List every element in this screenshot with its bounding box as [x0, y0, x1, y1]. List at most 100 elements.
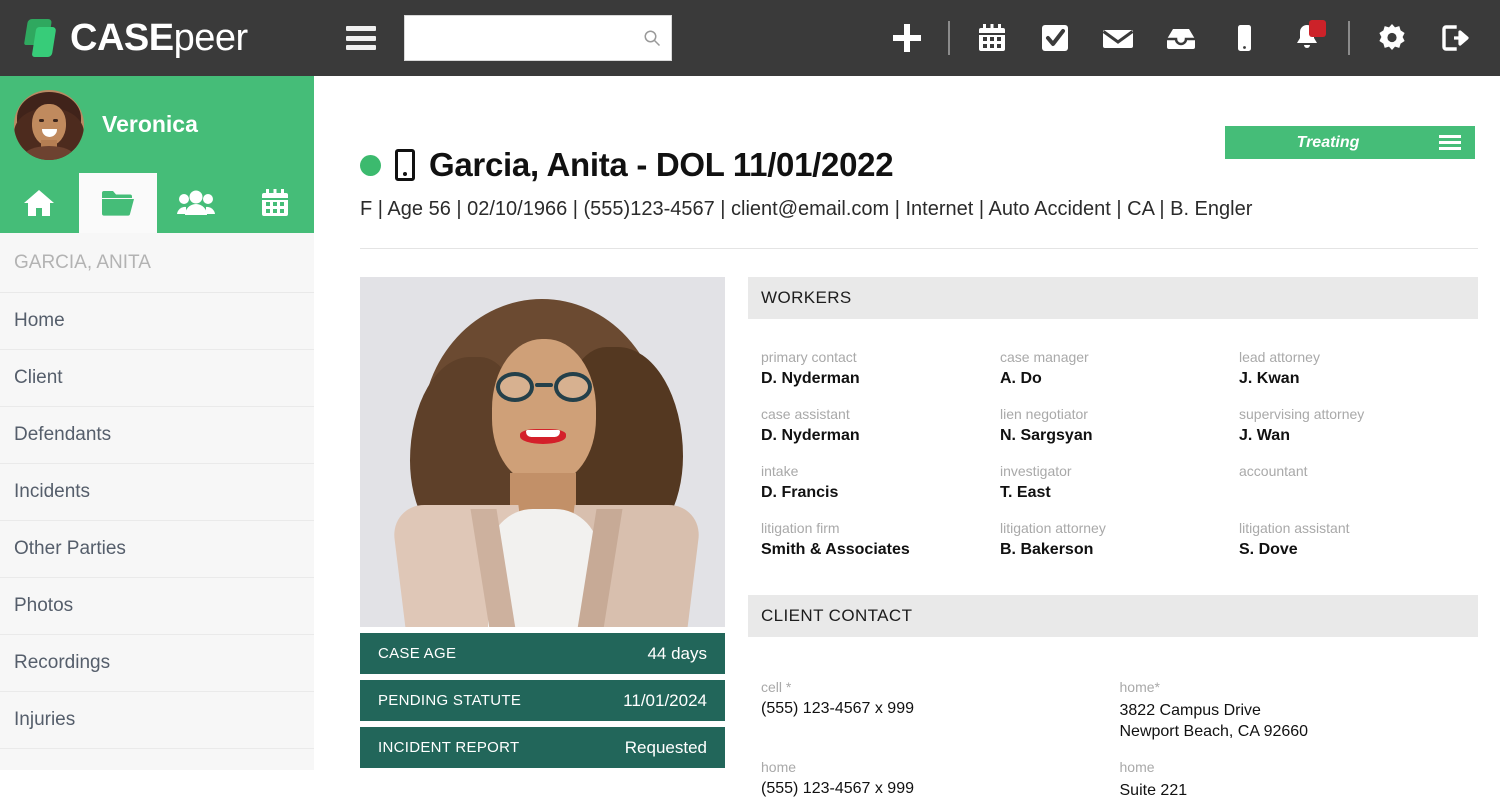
sidebar-item-injuries[interactable]: Injuries: [0, 692, 314, 749]
sidebar-user[interactable]: Veronica: [0, 76, 314, 173]
client-contact-panel-heading: CLIENT CONTACT: [748, 595, 1478, 637]
sidebar-item-incidents[interactable]: Incidents: [0, 464, 314, 521]
sidebar-item-photos[interactable]: Photos: [0, 578, 314, 635]
field-value: S. Dove: [1239, 541, 1478, 560]
sidebar-user-name: Veronica: [102, 111, 198, 138]
field-value: (555) 123-4567 x 999: [761, 780, 1120, 799]
status-badge[interactable]: Treating: [1225, 126, 1475, 159]
contact-field-home-phone: home (555) 123-4567 x 999: [761, 759, 1120, 801]
worker-field-litigation-attorney: litigation attorney B. Bakerson: [1000, 520, 1239, 560]
info-bar-value: 11/01/2024: [623, 691, 707, 711]
sidebar-item-client[interactable]: Client: [0, 350, 314, 407]
photo-column: CASE AGE 44 days PENDING STATUTE 11/01/2…: [360, 277, 725, 768]
brand-logo-area[interactable]: CASEpeer: [0, 0, 314, 76]
field-label: litigation firm: [761, 520, 1000, 536]
sidebar-tabs: [0, 173, 314, 233]
field-value: A. Do: [1000, 370, 1239, 389]
home-icon: [22, 187, 56, 219]
field-label: litigation assistant: [1239, 520, 1478, 536]
status-badge-label: Treating: [1225, 134, 1431, 152]
page-title-row: Garcia, Anita - DOL 11/01/2022: [360, 146, 893, 184]
sidebar-tab-contacts[interactable]: [157, 173, 236, 233]
info-bar-incident-report[interactable]: INCIDENT REPORT Requested: [360, 727, 725, 768]
sidebar-user-panel: Veronica: [0, 76, 314, 233]
field-label: cell *: [761, 679, 1120, 695]
page-subtitle: F | Age 56 | 02/10/1966 | (555)123-4567 …: [360, 198, 1252, 221]
info-bar-value: 44 days: [647, 644, 707, 664]
avatar: [14, 90, 84, 160]
field-value: J. Kwan: [1239, 370, 1478, 389]
address-line-2: Newport Beach, CA 92660: [1120, 721, 1479, 742]
hamburger-icon-line: [346, 36, 376, 41]
field-value: (555) 123-4567 x 999: [761, 700, 1120, 719]
sidebar-menu: Home Client Defendants Incidents Other P…: [0, 293, 314, 749]
worker-field-accountant: accountant: [1239, 463, 1478, 503]
worker-field-litigation-firm: litigation firm Smith & Associates: [761, 520, 1000, 560]
field-value: D. Nyderman: [761, 370, 1000, 389]
field-value: D. Nyderman: [761, 427, 1000, 446]
notifications-icon[interactable]: [1275, 0, 1338, 76]
worker-field-supervising-attorney: supervising attorney J. Wan: [1239, 406, 1478, 446]
field-value: Suite 221: [1120, 780, 1479, 801]
mobile-icon: [395, 149, 415, 181]
status-menu-icon[interactable]: [1431, 135, 1475, 150]
page-title: Garcia, Anita - DOL 11/01/2022: [429, 146, 893, 184]
main-menu-toggle[interactable]: [346, 26, 376, 50]
sidebar-item-home[interactable]: Home: [0, 293, 314, 350]
worker-field-lead-attorney: lead attorney J. Kwan: [1239, 349, 1478, 389]
info-bar-key: INCIDENT REPORT: [378, 739, 519, 756]
contact-field-home-address-2: home Suite 221: [1120, 759, 1479, 801]
sidebar-tab-home[interactable]: [0, 173, 79, 233]
field-label: investigator: [1000, 463, 1239, 479]
global-search[interactable]: [404, 15, 672, 61]
info-bar-case-age[interactable]: CASE AGE 44 days: [360, 633, 725, 674]
search-input[interactable]: [415, 18, 643, 58]
add-icon[interactable]: [875, 0, 938, 76]
calendar-icon[interactable]: [960, 0, 1023, 76]
status-dot-icon: [360, 155, 381, 176]
field-label: lead attorney: [1239, 349, 1478, 365]
settings-icon[interactable]: [1360, 0, 1423, 76]
brand-name: CASEpeer: [70, 17, 248, 60]
calendar-icon: [259, 187, 291, 219]
mobile-icon[interactable]: [1212, 0, 1275, 76]
icon-divider: [1338, 0, 1360, 76]
field-label: case manager: [1000, 349, 1239, 365]
panel-column: WORKERS primary contact D. Nyderman case…: [748, 277, 1478, 801]
worker-field-lien-negotiator: lien negotiator N. Sargsyan: [1000, 406, 1239, 446]
worker-field-litigation-assistant: litigation assistant S. Dove: [1239, 520, 1478, 560]
client-photo: [360, 277, 725, 627]
title-divider: [360, 248, 1478, 249]
sidebar-item-other-parties[interactable]: Other Parties: [0, 521, 314, 578]
worker-field-case-manager: case manager A. Do: [1000, 349, 1239, 389]
sidebar-tab-calendar[interactable]: [236, 173, 315, 233]
field-label: home*: [1120, 679, 1479, 695]
field-value: 3822 Campus Drive Newport Beach, CA 9266…: [1120, 700, 1479, 742]
field-value: T. East: [1000, 484, 1239, 503]
info-bar-pending-statute[interactable]: PENDING STATUTE 11/01/2024: [360, 680, 725, 721]
casepeer-logo-icon: [24, 17, 62, 59]
worker-field-investigator: investigator T. East: [1000, 463, 1239, 503]
tasks-icon[interactable]: [1023, 0, 1086, 76]
brand-name-bold: CASE: [70, 17, 174, 59]
search-icon[interactable]: [643, 29, 661, 47]
workers-grid: primary contact D. Nyderman case manager…: [748, 319, 1478, 560]
logout-icon[interactable]: [1423, 0, 1486, 76]
email-icon[interactable]: [1086, 0, 1149, 76]
field-label: primary contact: [761, 349, 1000, 365]
field-value: Smith & Associates: [761, 541, 1000, 560]
field-label: litigation attorney: [1000, 520, 1239, 536]
sidebar-item-recordings[interactable]: Recordings: [0, 635, 314, 692]
field-label: lien negotiator: [1000, 406, 1239, 422]
notification-badge: [1309, 20, 1326, 37]
inbox-icon[interactable]: [1149, 0, 1212, 76]
field-label: case assistant: [761, 406, 1000, 422]
users-icon: [177, 188, 215, 218]
field-value: D. Francis: [761, 484, 1000, 503]
sidebar-tab-cases[interactable]: [79, 173, 158, 233]
hamburger-icon-line: [346, 26, 376, 31]
field-label: home: [1120, 759, 1479, 775]
field-label: home: [761, 759, 1120, 775]
sidebar-item-defendants[interactable]: Defendants: [0, 407, 314, 464]
contact-field-home-address: home* 3822 Campus Drive Newport Beach, C…: [1120, 679, 1479, 742]
